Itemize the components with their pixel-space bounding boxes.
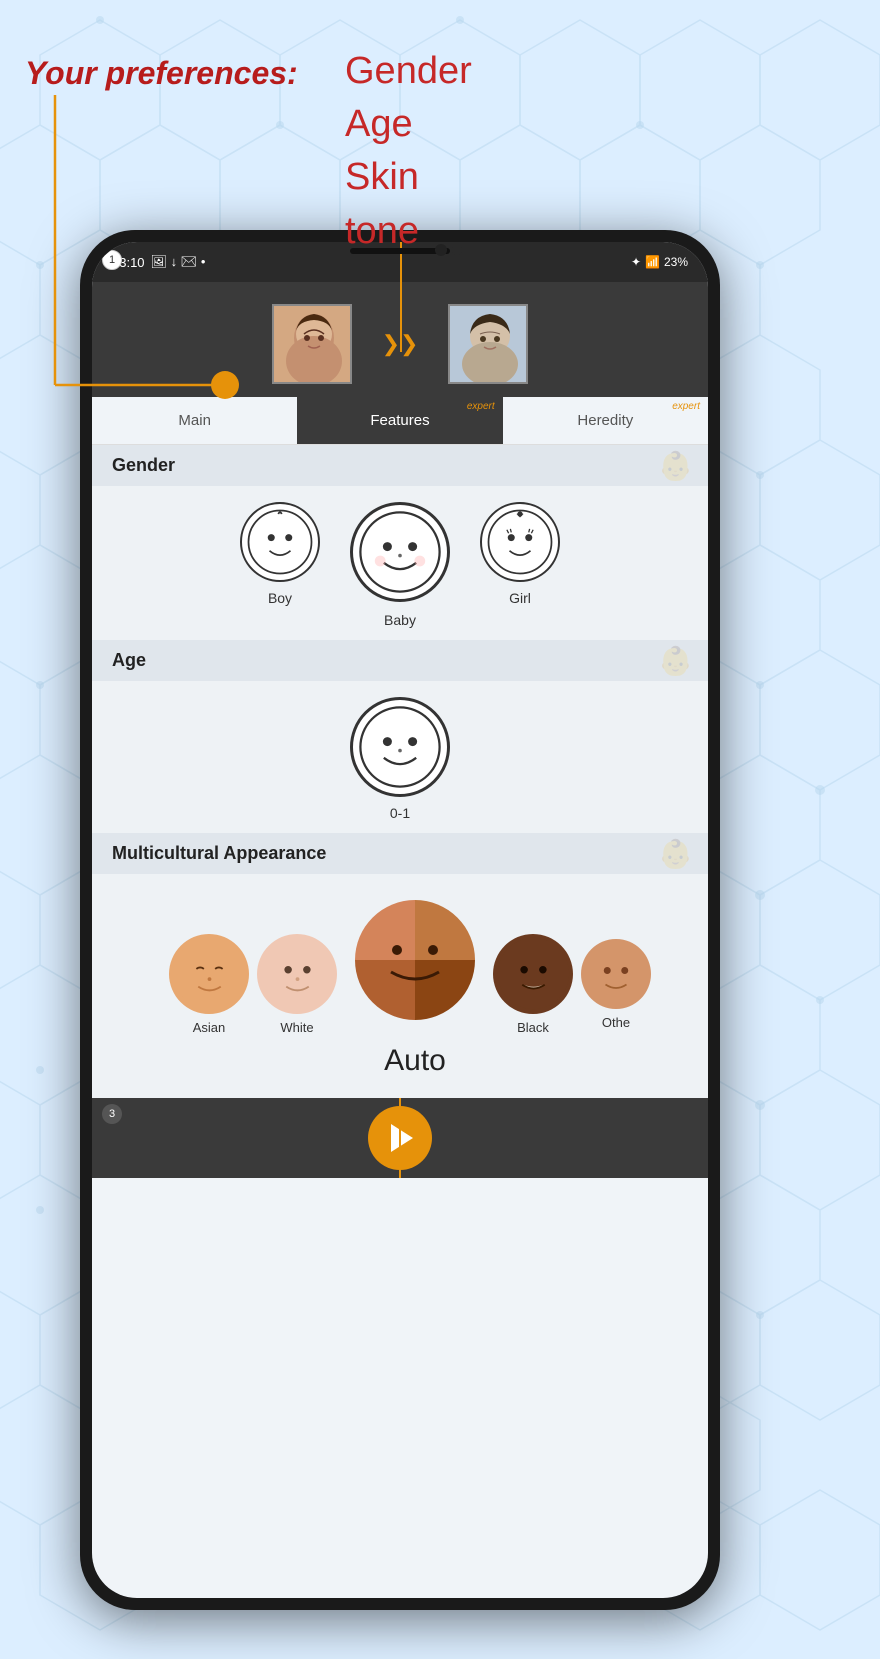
white-face (257, 934, 337, 1014)
asian-label: Asian (193, 1020, 226, 1035)
header-vline (400, 242, 402, 352)
bottom-vline (399, 1098, 401, 1178)
baby-face (350, 502, 450, 602)
wifi-icon: 📶 (645, 255, 660, 269)
pref-age: Age (345, 98, 472, 151)
tab-heredity[interactable]: Heredity expert (503, 397, 708, 444)
heredity-expert-label: expert (672, 401, 700, 412)
white-label: White (280, 1020, 313, 1035)
badge-1: 1 (102, 250, 122, 270)
battery: 23% (664, 255, 688, 269)
skin-white[interactable]: White (257, 934, 337, 1035)
tabs: Main Features expert Heredity expert (92, 397, 708, 445)
skin-auto[interactable]: Auto (345, 890, 485, 1078)
parent-photo-left[interactable] (272, 304, 352, 384)
gender-slider-decoration: 👶 (658, 449, 693, 482)
parent-photo-right[interactable] (448, 304, 528, 384)
age-section: 0-1 (92, 681, 708, 833)
gender-boy[interactable]: Boy (240, 502, 320, 628)
skin-tone-row: Asian (102, 890, 698, 1078)
bluetooth-icon: ✦ (631, 255, 641, 269)
skin-asian[interactable]: Asian (169, 934, 249, 1035)
gender-baby[interactable]: Baby (350, 502, 450, 628)
black-face (493, 934, 573, 1014)
multi-section-header: Multicultural Appearance 👶 (92, 833, 708, 874)
girl-face (480, 502, 560, 582)
badge-3: 3 (102, 1104, 122, 1124)
features-expert-label: expert (467, 401, 495, 412)
boy-label: Boy (268, 590, 292, 606)
tab-main[interactable]: Main (92, 397, 297, 444)
age-0-1-label: 0-1 (390, 805, 410, 821)
bottom-nav: 3 (92, 1098, 708, 1178)
age-0-1-item[interactable]: 0-1 (350, 697, 450, 821)
phone-inner: 13:10 🖼 ↓ ✉ • ✦ 📶 23% 1 (92, 242, 708, 1598)
boy-face (240, 502, 320, 582)
tab-features[interactable]: Features expert (297, 397, 502, 444)
auto-face (345, 890, 485, 1030)
preferences-list: Gender Age Skin tone (345, 45, 472, 258)
phone-header: ❯❯ (92, 282, 708, 397)
multi-section: Asian (92, 874, 708, 1098)
baby-label: Baby (384, 612, 416, 628)
asian-face (169, 934, 249, 1014)
age-slider-decoration: 👶 (658, 644, 693, 677)
status-icons: 🖼 ↓ ✉ • (151, 254, 206, 270)
other-label: Othe (602, 1015, 630, 1030)
skin-other[interactable]: Othe (581, 939, 651, 1030)
annotation-area: Your preferences: Gender Age Skin tone (25, 55, 298, 92)
play-icon (391, 1124, 413, 1152)
black-label: Black (517, 1020, 549, 1035)
age-face (350, 697, 450, 797)
other-face (581, 939, 651, 1009)
gender-girl[interactable]: Girl (480, 502, 560, 628)
skin-black[interactable]: Black (493, 934, 573, 1035)
gender-section: Boy (92, 486, 708, 640)
phone-frame: 13:10 🖼 ↓ ✉ • ✦ 📶 23% 1 (80, 230, 720, 1610)
preferences-label: Your preferences: (25, 55, 298, 91)
pref-skin: Skin tone (345, 151, 472, 257)
multi-slider-decoration: 👶 (658, 837, 693, 870)
content-area: Gender 👶 (92, 445, 708, 1098)
gender-section-header: Gender 👶 (92, 445, 708, 486)
auto-label: Auto (384, 1044, 446, 1078)
pref-gender: Gender (345, 45, 472, 98)
girl-label: Girl (509, 590, 531, 606)
age-section-header: Age 👶 (92, 640, 708, 681)
